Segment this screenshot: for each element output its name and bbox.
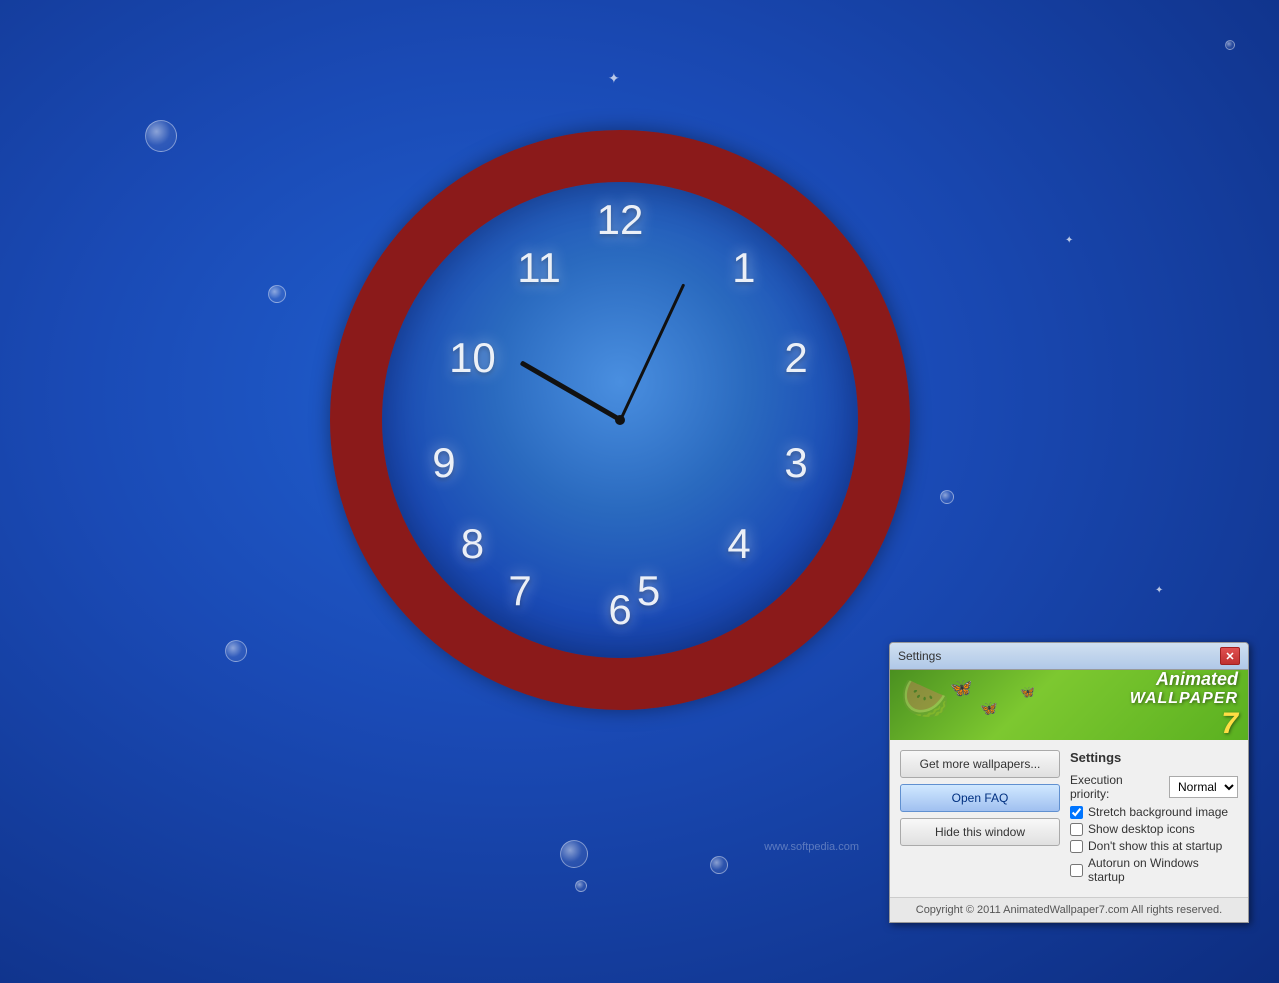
hour-hand bbox=[519, 360, 621, 422]
bubble-8 bbox=[1225, 40, 1235, 50]
settings-dialog: Settings ✕ 🍉 🦋 🦋 🦋 Animated WALLPAPER 7 … bbox=[889, 642, 1249, 923]
clock-num-5: 5 bbox=[637, 567, 660, 615]
get-more-wallpapers-button[interactable]: Get more wallpapers... bbox=[900, 750, 1060, 778]
clock-face: 12 1 2 3 4 5 6 7 8 9 10 11 bbox=[330, 130, 910, 710]
butterfly-2: 🦋 bbox=[980, 700, 997, 717]
star-6: ✦ bbox=[1155, 585, 1163, 596]
dialog-close-button[interactable]: ✕ bbox=[1220, 647, 1240, 665]
bubble-1 bbox=[145, 120, 177, 152]
dialog-buttons: Get more wallpapers... Open FAQ Hide thi… bbox=[900, 750, 1060, 887]
dont-show-checkbox[interactable] bbox=[1070, 840, 1083, 853]
dialog-banner: 🍉 🦋 🦋 🦋 Animated WALLPAPER 7 bbox=[890, 670, 1248, 740]
clock-num-9: 9 bbox=[432, 439, 455, 487]
clock-num-10: 10 bbox=[449, 334, 496, 382]
clock-num-7: 7 bbox=[508, 567, 531, 615]
star-2: ✦ bbox=[1065, 235, 1073, 246]
dont-show-row: Don't show this at startup bbox=[1070, 839, 1238, 853]
dialog-titlebar: Settings ✕ bbox=[890, 643, 1248, 670]
dialog-body: Get more wallpapers... Open FAQ Hide thi… bbox=[890, 740, 1248, 897]
stretch-checkbox[interactable] bbox=[1070, 806, 1083, 819]
autorun-row: Autorun on Windows startup bbox=[1070, 856, 1238, 884]
stretch-row: Stretch background image bbox=[1070, 805, 1238, 819]
butterfly-3: 🦋 bbox=[1020, 685, 1035, 699]
bubble-6 bbox=[560, 840, 588, 868]
minute-hand bbox=[619, 283, 685, 420]
clock-num-6: 6 bbox=[608, 586, 631, 634]
bubble-5 bbox=[710, 856, 728, 874]
stretch-label: Stretch background image bbox=[1088, 805, 1228, 819]
show-icons-label: Show desktop icons bbox=[1088, 822, 1195, 836]
clock-num-8: 8 bbox=[461, 520, 484, 568]
clock-num-1: 1 bbox=[732, 244, 755, 292]
priority-row: Execution priority: Normal bbox=[1070, 773, 1238, 801]
bubble-2 bbox=[268, 285, 286, 303]
autorun-checkbox[interactable] bbox=[1070, 864, 1083, 877]
clock-num-11: 11 bbox=[517, 244, 561, 292]
settings-section-title: Settings bbox=[1070, 750, 1238, 765]
dialog-title: Settings bbox=[898, 649, 941, 663]
clock-num-4: 4 bbox=[727, 520, 750, 568]
clock-num-2: 2 bbox=[784, 334, 807, 382]
autorun-label: Autorun on Windows startup bbox=[1088, 856, 1238, 884]
clock-num-12: 12 bbox=[597, 196, 644, 244]
priority-select[interactable]: Normal bbox=[1169, 776, 1238, 798]
banner-logo: Animated WALLPAPER 7 bbox=[1130, 670, 1238, 740]
hide-window-button[interactable]: Hide this window bbox=[900, 818, 1060, 846]
clock-num-3: 3 bbox=[784, 439, 807, 487]
bubble-4 bbox=[225, 640, 247, 662]
dialog-footer: Copyright © 2011 AnimatedWallpaper7.com … bbox=[890, 897, 1248, 922]
dont-show-label: Don't show this at startup bbox=[1088, 839, 1222, 853]
clock-container: 12 1 2 3 4 5 6 7 8 9 10 11 bbox=[330, 130, 910, 780]
show-icons-checkbox[interactable] bbox=[1070, 823, 1083, 836]
bubble-3 bbox=[940, 490, 954, 504]
star-1: ✦ bbox=[608, 70, 620, 87]
butterfly-1: 🦋 bbox=[950, 678, 972, 699]
open-faq-button[interactable]: Open FAQ bbox=[900, 784, 1060, 812]
show-icons-row: Show desktop icons bbox=[1070, 822, 1238, 836]
priority-label: Execution priority: bbox=[1070, 773, 1163, 801]
watermark: www.softpedia.com bbox=[764, 841, 859, 853]
copyright-text: Copyright © 2011 AnimatedWallpaper7.com … bbox=[916, 904, 1222, 916]
bubble-7 bbox=[575, 880, 587, 892]
dialog-settings-panel: Settings Execution priority: Normal Stre… bbox=[1070, 750, 1238, 887]
clock-center bbox=[615, 415, 625, 425]
